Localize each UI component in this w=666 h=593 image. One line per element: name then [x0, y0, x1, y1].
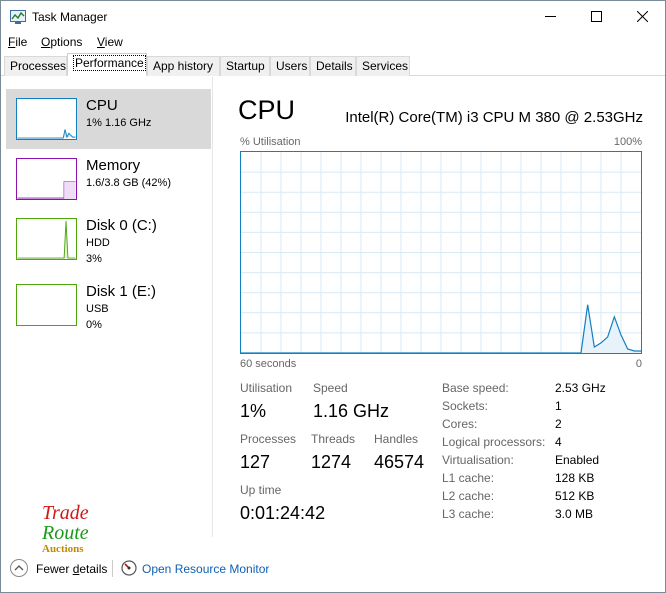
l3-cache-value: 3.0 MB — [555, 507, 594, 521]
footer-bar: Fewer details Open Resource Monitor — [1, 556, 665, 582]
menu-view[interactable]: View — [97, 35, 123, 49]
resource-sidebar: CPU 1% 1.16 GHz Memory 1.6/3.8 GB (42%) … — [2, 77, 213, 537]
sidebar-item-memory[interactable]: Memory 1.6/3.8 GB (42%) — [6, 149, 211, 209]
tab-services[interactable]: Services — [356, 56, 410, 76]
task-manager-window: Task Manager File Options View Processes… — [0, 0, 666, 593]
sockets-label: Sockets: — [442, 399, 489, 413]
sidebar-disk1-type: USB — [86, 303, 109, 315]
cpu-model-name: Intel(R) Core(TM) i3 CPU M 380 @ 2.53GHz — [345, 109, 643, 126]
sidebar-item-disk1[interactable]: Disk 1 (E:) USB 0% — [6, 275, 211, 335]
max-axis-label: 100% — [613, 136, 642, 148]
handles-label: Handles — [374, 432, 419, 446]
page-title: CPU — [238, 95, 296, 125]
tab-performance[interactable]: Performance — [67, 53, 147, 76]
disk1-thumbnail-graph — [16, 284, 77, 326]
base-speed-label: Base speed: — [442, 381, 509, 395]
tab-startup[interactable]: Startup — [220, 56, 270, 76]
cpu-thumbnail-graph — [16, 98, 77, 140]
disk0-thumbnail-graph — [16, 218, 77, 260]
tab-users[interactable]: Users — [270, 56, 310, 76]
task-manager-icon — [10, 10, 26, 24]
cores-label: Cores: — [442, 417, 478, 431]
fewer-details-button[interactable] — [10, 559, 28, 577]
close-icon — [636, 11, 648, 22]
logical-processors-value: 4 — [555, 435, 562, 449]
base-speed-value: 2.53 GHz — [555, 381, 606, 395]
sidebar-disk1-title: Disk 1 (E:) — [86, 283, 157, 300]
title-bar: Task Manager — [1, 1, 665, 32]
maximize-button[interactable] — [573, 1, 619, 32]
close-button[interactable] — [619, 1, 665, 32]
logical-processors-label: Logical processors: — [442, 435, 546, 449]
sidebar-disk0-usage: 3% — [86, 253, 102, 265]
sidebar-item-disk0[interactable]: Disk 0 (C:) HDD 3% — [6, 209, 211, 269]
maximize-icon — [590, 11, 602, 22]
window-title: Task Manager — [32, 10, 108, 24]
virtualisation-label: Virtualisation: — [442, 453, 514, 467]
sidebar-disk0-title: Disk 0 (C:) — [86, 217, 157, 234]
l1-cache-label: L1 cache: — [442, 471, 495, 485]
sidebar-item-cpu[interactable]: CPU 1% 1.16 GHz — [6, 89, 211, 149]
sidebar-memory-sub: 1.6/3.8 GB (42%) — [86, 177, 171, 189]
menu-file[interactable]: File — [8, 35, 27, 49]
speed-value: 1.16 GHz — [313, 401, 390, 421]
uptime-value: 0:01:24:42 — [240, 503, 326, 523]
l1-cache-value: 128 KB — [555, 471, 595, 485]
cpu-utilisation-graph — [240, 151, 642, 354]
memory-thumbnail-graph — [16, 158, 77, 200]
fewer-details-link[interactable]: Fewer details — [36, 562, 107, 576]
min-axis-label: 0 — [635, 358, 642, 370]
l2-cache-label: L2 cache: — [442, 489, 495, 503]
speed-label: Speed — [313, 381, 348, 395]
utilisation-axis-label: % Utilisation — [240, 136, 301, 148]
processes-label: Processes — [240, 432, 297, 446]
sidebar-disk0-type: HDD — [86, 237, 110, 249]
footer-divider — [112, 560, 113, 577]
sidebar-disk1-usage: 0% — [86, 319, 102, 331]
sidebar-cpu-title: CPU — [86, 97, 118, 114]
open-resource-monitor-link[interactable]: Open Resource Monitor — [142, 562, 269, 576]
minimize-icon — [544, 16, 556, 17]
virtualisation-value: Enabled — [555, 453, 600, 467]
sockets-value: 1 — [555, 399, 562, 413]
l2-cache-value: 512 KB — [555, 489, 595, 503]
tab-app-history[interactable]: App history — [147, 56, 220, 76]
cpu-detail-panel: CPU Intel(R) Core(TM) i3 CPU M 380 @ 2.5… — [214, 77, 665, 537]
watermark-logo: Trade Route Auctions — [42, 502, 89, 555]
uptime-label: Up time — [240, 483, 282, 497]
cores-value: 2 — [555, 417, 562, 431]
menu-bar: File Options View — [1, 32, 665, 52]
minimize-button[interactable] — [527, 1, 573, 32]
l3-cache-label: L3 cache: — [442, 507, 495, 521]
resource-monitor-icon — [121, 560, 137, 576]
utilisation-label: Utilisation — [240, 381, 293, 395]
sidebar-memory-title: Memory — [86, 157, 141, 174]
processes-value: 127 — [240, 452, 271, 472]
tab-details[interactable]: Details — [310, 56, 356, 76]
tab-processes[interactable]: Processes — [4, 56, 67, 76]
sidebar-cpu-sub: 1% 1.16 GHz — [86, 117, 152, 129]
time-axis-label: 60 seconds — [240, 358, 297, 370]
chevron-up-icon — [14, 565, 24, 571]
menu-options[interactable]: Options — [41, 35, 82, 49]
threads-value: 1274 — [311, 452, 352, 472]
handles-value: 46574 — [374, 452, 425, 472]
utilisation-value: 1% — [240, 401, 267, 421]
tab-bar: Processes Performance App history Startu… — [1, 53, 665, 76]
threads-label: Threads — [311, 432, 356, 446]
